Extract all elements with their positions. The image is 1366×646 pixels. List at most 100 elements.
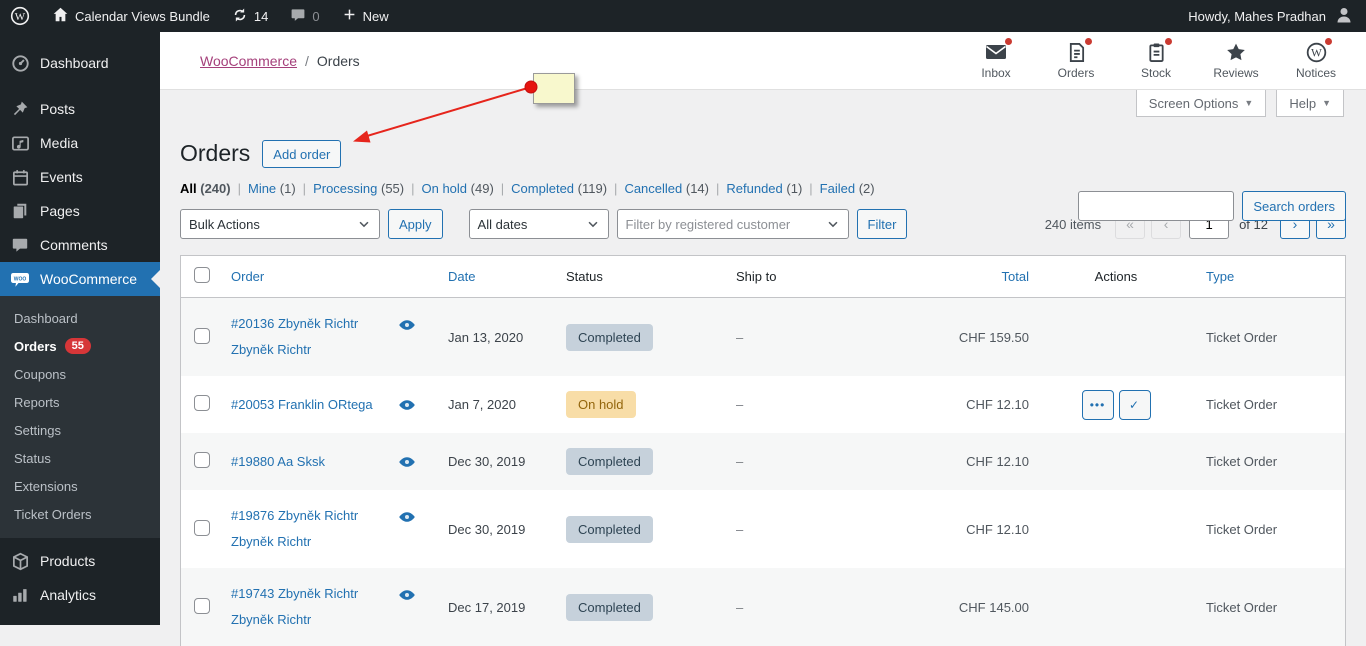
row-checkbox[interactable] — [194, 520, 210, 536]
sidebar-item-comments[interactable]: Comments — [0, 228, 160, 262]
order-type: Ticket Order — [1191, 454, 1345, 469]
table-row: #19876 Zbyněk RichtrZbyněk RichtrDec 30,… — [181, 490, 1345, 568]
view-filter-processing[interactable]: Processing (55) — [313, 181, 404, 196]
row-checkbox[interactable] — [194, 452, 210, 468]
view-filter-all[interactable]: All (240) — [180, 181, 231, 196]
view-separator: | — [411, 181, 414, 196]
table-row: #20136 Zbyněk RichtrZbyněk RichtrJan 13,… — [181, 298, 1345, 376]
activity-tab-stock[interactable]: Stock — [1116, 41, 1196, 80]
status-badge: Completed — [566, 594, 653, 621]
ship-to-value: – — [726, 600, 931, 615]
sidebar-item-label: Dashboard — [40, 55, 109, 71]
order-date: Dec 30, 2019 — [441, 454, 566, 469]
status-badge: Completed — [566, 324, 653, 351]
calendar-icon — [10, 167, 30, 187]
sidebar-item-woocommerce[interactable]: WOO WooCommerce — [0, 262, 160, 296]
sidebar-subitem-reports[interactable]: Reports — [0, 388, 160, 416]
preview-eye-icon[interactable] — [399, 456, 415, 468]
view-filter-refunded[interactable]: Refunded (1) — [726, 181, 802, 196]
sidebar-item-dashboard[interactable]: Dashboard — [0, 46, 160, 80]
order-customer-link[interactable]: Zbyněk Richtr — [231, 337, 433, 363]
column-header-total[interactable]: Total — [1002, 269, 1041, 284]
activity-tab-reviews[interactable]: Reviews — [1196, 41, 1276, 80]
wordpress-logo-icon[interactable]: W — [0, 0, 40, 32]
update-icon — [232, 7, 248, 26]
date-filter-select[interactable]: All dates — [469, 209, 609, 239]
more-actions-button[interactable]: ••• — [1082, 390, 1114, 420]
search-orders-input[interactable] — [1078, 191, 1234, 221]
view-count: (240) — [200, 181, 230, 196]
apply-button[interactable]: Apply — [388, 209, 443, 239]
select-all-checkbox[interactable] — [194, 267, 210, 283]
site-name-menu[interactable]: Calendar Views Bundle — [42, 0, 220, 32]
sidebar-item-media[interactable]: Media — [0, 126, 160, 160]
filter-button[interactable]: Filter — [857, 209, 908, 239]
woocommerce-header: WooCommerce / Orders InboxOrdersStockRev… — [160, 32, 1366, 90]
column-header-type[interactable]: Type — [1191, 269, 1345, 284]
sidebar-subitem-orders[interactable]: Orders55 — [0, 332, 160, 360]
customer-filter-select[interactable]: Filter by registered customer — [617, 209, 849, 239]
help-tab[interactable]: Help ▼ — [1276, 90, 1344, 117]
account-menu[interactable]: Howdy, Mahes Pradhan — [1188, 5, 1366, 28]
preview-eye-icon[interactable] — [399, 399, 415, 411]
activity-tab-orders[interactable]: Orders — [1036, 41, 1116, 80]
sidebar-item-analytics[interactable]: Analytics — [0, 578, 160, 612]
view-filter-cancelled[interactable]: Cancelled (14) — [624, 181, 709, 196]
breadcrumb-woocommerce-link[interactable]: WooCommerce — [200, 53, 297, 69]
order-type: Ticket Order — [1191, 397, 1345, 412]
preview-eye-icon[interactable] — [399, 511, 415, 523]
view-separator: | — [501, 181, 504, 196]
row-checkbox[interactable] — [194, 395, 210, 411]
sidebar-subitem-extensions[interactable]: Extensions — [0, 472, 160, 500]
row-checkbox[interactable] — [194, 328, 210, 344]
sidebar-item-posts[interactable]: Posts — [0, 92, 160, 126]
breadcrumb: WooCommerce / Orders — [160, 53, 360, 69]
ship-to-value: – — [726, 330, 931, 345]
view-count: (2) — [859, 181, 875, 196]
screen-options-tab[interactable]: Screen Options ▼ — [1136, 90, 1267, 117]
updates-menu[interactable]: 14 — [222, 0, 278, 32]
sidebar-item-events[interactable]: Events — [0, 160, 160, 194]
column-header-order[interactable]: Order — [223, 269, 441, 284]
sidebar-subitem-label: Status — [14, 451, 51, 466]
sidebar-subitem-dashboard[interactable]: Dashboard — [0, 304, 160, 332]
sidebar-subitem-coupons[interactable]: Coupons — [0, 360, 160, 388]
chevron-down-icon — [826, 217, 840, 231]
row-checkbox-cell — [194, 520, 210, 539]
svg-text:WOO: WOO — [14, 276, 27, 282]
order-total: CHF 12.10 — [966, 397, 1041, 412]
breadcrumb-current: Orders — [317, 53, 360, 69]
view-filter-completed[interactable]: Completed (119) — [511, 181, 607, 196]
search-orders-button[interactable]: Search orders — [1242, 191, 1346, 221]
order-customer-link[interactable]: Zbyněk Richtr — [231, 529, 433, 555]
order-customer-link[interactable]: Zbyněk Richtr — [231, 607, 433, 633]
order-actions-cell: •••✓ — [1082, 390, 1151, 420]
complete-action-button[interactable]: ✓ — [1119, 390, 1151, 420]
comments-menu[interactable]: 0 — [280, 0, 329, 32]
row-checkbox[interactable] — [194, 598, 210, 614]
new-menu[interactable]: New — [332, 0, 399, 32]
orders-doc-icon — [1064, 41, 1088, 63]
preview-eye-icon[interactable] — [399, 589, 415, 601]
preview-eye-icon[interactable] — [399, 319, 415, 331]
screen-meta-tabs: Screen Options ▼ Help ▼ — [160, 90, 1366, 118]
view-count: (55) — [381, 181, 404, 196]
activity-tab-inbox[interactable]: Inbox — [956, 41, 1036, 80]
sidebar-subitem-settings[interactable]: Settings — [0, 416, 160, 444]
column-header-date[interactable]: Date — [441, 269, 566, 284]
activity-tab-notices[interactable]: WNotices — [1276, 41, 1356, 80]
view-filter-on-hold[interactable]: On hold (49) — [422, 181, 494, 196]
main-content: WooCommerce / Orders InboxOrdersStockRev… — [160, 32, 1366, 646]
view-filter-failed[interactable]: Failed (2) — [820, 181, 875, 196]
sidebar-item-pages[interactable]: Pages — [0, 194, 160, 228]
bulk-actions-value: Bulk Actions — [189, 217, 260, 232]
sidebar-subitem-status[interactable]: Status — [0, 444, 160, 472]
sidebar-subitem-ticket-orders[interactable]: Ticket Orders — [0, 500, 160, 528]
order-date: Dec 30, 2019 — [441, 522, 566, 537]
add-order-button[interactable]: Add order — [262, 140, 341, 168]
row-checkbox-cell — [194, 452, 210, 471]
bulk-actions-select[interactable]: Bulk Actions — [180, 209, 380, 239]
view-filter-mine[interactable]: Mine (1) — [248, 181, 296, 196]
ship-to-value: – — [726, 397, 931, 412]
sidebar-item-products[interactable]: Products — [0, 544, 160, 578]
